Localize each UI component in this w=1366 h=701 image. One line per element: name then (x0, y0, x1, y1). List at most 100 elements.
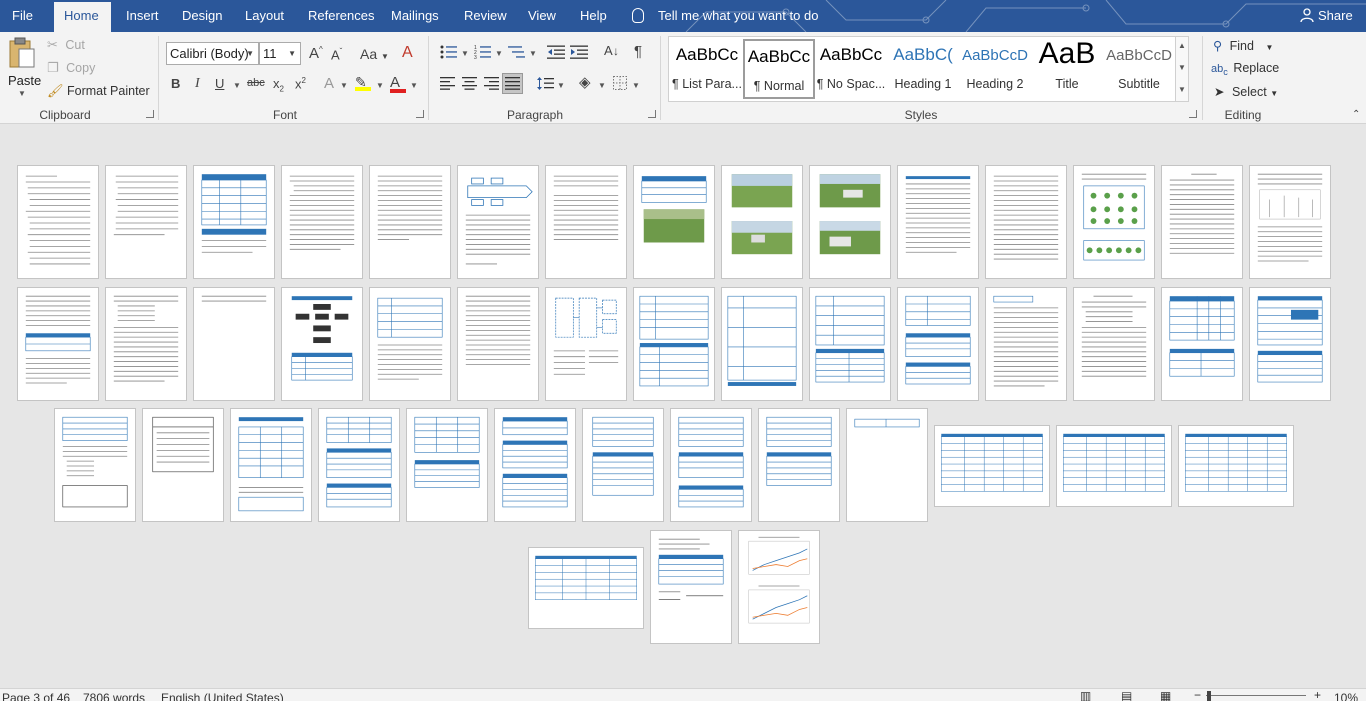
align-right-icon[interactable] (484, 77, 499, 90)
page-thumbnail[interactable] (494, 408, 576, 522)
web-layout-icon[interactable]: ▦ (1160, 689, 1171, 701)
tab-references[interactable]: References (298, 0, 384, 32)
style-title[interactable]: AaB Title (1031, 37, 1103, 99)
highlight-icon[interactable]: ✎ (355, 75, 371, 91)
multilevel-list-icon[interactable] (508, 45, 526, 59)
page-thumbnail[interactable] (633, 165, 715, 279)
sort-icon[interactable]: A (604, 44, 613, 57)
page-thumbnail[interactable] (1161, 165, 1243, 279)
tab-help[interactable]: Help (570, 0, 617, 32)
page-thumbnail[interactable] (105, 165, 187, 279)
page-thumbnail[interactable] (369, 165, 451, 279)
share-button[interactable]: Share (1300, 0, 1353, 32)
word-count[interactable]: 7806 words (83, 691, 145, 701)
page-thumbnail[interactable] (193, 165, 275, 279)
tab-design[interactable]: Design (172, 0, 232, 32)
page-thumbnail[interactable] (457, 287, 539, 401)
page-thumbnail[interactable] (281, 165, 363, 279)
page-thumbnail[interactable] (985, 165, 1067, 279)
page-thumbnail[interactable] (281, 287, 363, 401)
align-left-icon[interactable] (440, 77, 455, 90)
bullets-icon[interactable] (440, 45, 458, 59)
page-thumbnail[interactable] (406, 408, 488, 522)
page-thumbnail[interactable] (582, 408, 664, 522)
tab-home[interactable]: Home (54, 2, 111, 32)
page-thumbnail[interactable] (105, 287, 187, 401)
tell-me-search[interactable]: Tell me what you want to do (632, 0, 818, 32)
page-thumbnail[interactable] (809, 165, 891, 279)
underline-icon[interactable]: U (215, 77, 224, 90)
styles-dialog-launcher[interactable] (1189, 110, 1197, 118)
superscript-icon[interactable]: x2 (295, 77, 306, 91)
italic-icon[interactable]: I (195, 77, 200, 91)
page-thumbnail[interactable] (670, 408, 752, 522)
page-thumbnail[interactable] (369, 287, 451, 401)
page-thumbnail[interactable] (457, 165, 539, 279)
page-thumbnail[interactable] (17, 287, 99, 401)
clear-formatting-icon[interactable]: A (402, 45, 413, 61)
page-thumbnail[interactable] (1161, 287, 1243, 401)
page-thumbnail[interactable] (650, 530, 732, 644)
page-thumbnail[interactable] (1249, 165, 1331, 279)
increase-indent-icon[interactable] (570, 45, 588, 59)
page-thumbnail[interactable] (897, 287, 979, 401)
document-canvas[interactable] (0, 125, 1366, 688)
page-count[interactable]: Page 3 of 46 (2, 691, 70, 701)
page-thumbnail[interactable] (809, 287, 891, 401)
zoom-slider[interactable] (1206, 695, 1306, 696)
grow-font-icon[interactable]: A^ (309, 46, 323, 62)
page-thumbnail-landscape[interactable] (1178, 425, 1294, 507)
page-thumbnail[interactable] (897, 165, 979, 279)
read-mode-icon[interactable]: ▥ (1080, 689, 1091, 701)
tab-mailings[interactable]: Mailings (381, 0, 449, 32)
decrease-indent-icon[interactable] (547, 45, 565, 59)
chevron-down-icon[interactable]: ▼ (1178, 63, 1186, 72)
copy-button[interactable]: ❐ Copy (47, 61, 95, 75)
style-subtitle[interactable]: AaBbCcD Subtitle (1103, 39, 1175, 99)
page-thumbnail[interactable] (1073, 287, 1155, 401)
pilcrow-icon[interactable]: ¶ (634, 44, 642, 59)
page-thumbnail[interactable] (758, 408, 840, 522)
line-spacing-icon[interactable] (537, 77, 554, 90)
more-styles-icon[interactable]: ▼ (1178, 85, 1186, 94)
style-no-spacing[interactable]: AaBbCc ¶ No Spac... (815, 39, 887, 99)
zoom-out-icon[interactable]: − (1194, 689, 1201, 701)
shrink-font-icon[interactable]: Aˇ (331, 48, 342, 62)
paste-button[interactable]: Paste ▼ (4, 35, 41, 105)
page-thumbnail[interactable] (142, 408, 224, 522)
style-list-paragraph[interactable]: AaBbCc ¶ List Para... (671, 39, 743, 99)
justify-button[interactable] (502, 73, 523, 94)
page-thumbnail[interactable] (721, 165, 803, 279)
strikethrough-icon[interactable]: abc (247, 78, 265, 89)
bold-icon[interactable]: B (171, 77, 180, 90)
subscript-icon[interactable]: x2 (273, 77, 284, 94)
format-painter-button[interactable]: 🖌 Format Painter (47, 84, 150, 98)
page-thumbnail[interactable] (545, 287, 627, 401)
align-center-icon[interactable] (462, 77, 477, 90)
tab-insert[interactable]: Insert (116, 0, 169, 32)
style-heading-2[interactable]: AaBbCcD Heading 2 (959, 39, 1031, 99)
zoom-level[interactable]: 10% (1334, 691, 1358, 701)
style-heading-1[interactable]: AaBbC(Heading 1 (887, 39, 959, 99)
page-thumbnail[interactable] (54, 408, 136, 522)
page-thumbnail[interactable] (846, 408, 928, 522)
font-dialog-launcher[interactable] (416, 110, 424, 118)
page-thumbnail[interactable] (738, 530, 820, 644)
replace-button[interactable]: abc Replace (1211, 61, 1279, 77)
collapse-ribbon-icon[interactable]: ⌃ (1352, 110, 1360, 120)
page-thumbnail[interactable] (17, 165, 99, 279)
language-indicator[interactable]: English (United States) (161, 691, 284, 701)
paragraph-dialog-launcher[interactable] (648, 110, 656, 118)
tab-layout[interactable]: Layout (235, 0, 294, 32)
tab-file[interactable]: File (2, 0, 43, 32)
find-button[interactable]: ⚲ Find ▼ (1213, 38, 1273, 53)
font-size-combo[interactable]: 11 ▼ (259, 42, 301, 65)
tab-review[interactable]: Review (454, 0, 517, 32)
chevron-up-icon[interactable]: ▲ (1178, 41, 1186, 50)
zoom-in-icon[interactable]: + (1314, 689, 1321, 701)
page-thumbnail[interactable] (985, 287, 1067, 401)
page-thumbnail[interactable] (721, 287, 803, 401)
page-thumbnail[interactable] (1249, 287, 1331, 401)
page-thumbnail-landscape[interactable] (528, 547, 644, 629)
change-case-icon[interactable]: Aa ▼ (360, 47, 389, 61)
